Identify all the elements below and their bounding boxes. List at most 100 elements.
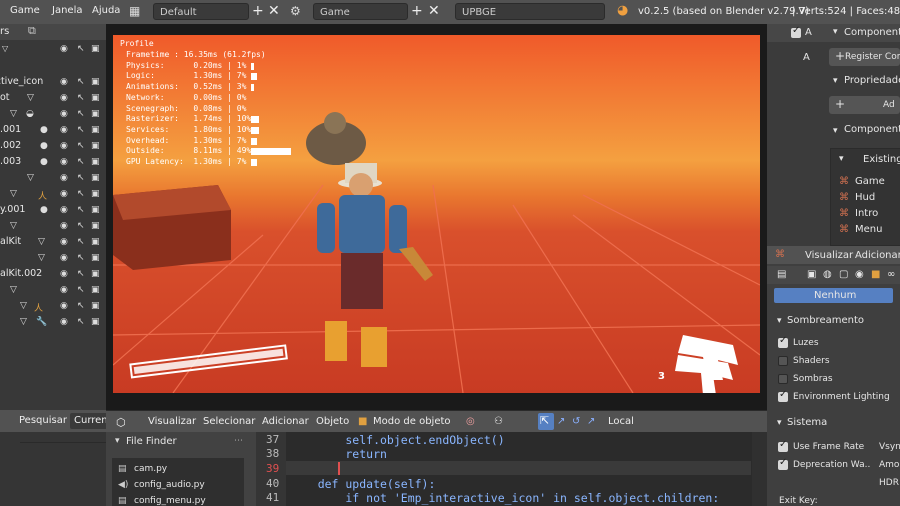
close-layout-icon[interactable]: ✕	[268, 3, 280, 20]
material-icon[interactable]: ●	[40, 205, 48, 215]
collapse-arrow-icon[interactable]: ▾	[115, 436, 120, 446]
game-viewport-frame[interactable]: Profile Frametime : 16.35ms (61.2fps) Ph…	[106, 24, 767, 410]
menu-objeto[interactable]: Objeto	[316, 416, 349, 427]
selectable-cursor-icon[interactable]: ↖	[77, 253, 85, 263]
visibility-eye-icon[interactable]: ◉	[60, 157, 68, 167]
game-render[interactable]: Profile Frametime : 16.35ms (61.2fps) Ph…	[113, 35, 760, 393]
world-tab-icon[interactable]: ◍	[823, 269, 832, 280]
render-camera-icon[interactable]: ▣	[91, 205, 100, 215]
add-layout-icon[interactable]: +	[252, 3, 264, 20]
mesh-icon[interactable]: ▽	[10, 221, 17, 231]
vsync-label[interactable]: Vsyn	[879, 442, 900, 452]
outliner-row[interactable]: ▽ 🔧 ◉ ↖ ▣	[0, 314, 106, 330]
menu-adicionar[interactable]: Adicionar	[262, 416, 309, 427]
render-camera-icon[interactable]: ▣	[91, 44, 100, 54]
selectable-cursor-icon[interactable]: ↖	[77, 141, 85, 151]
material-icon[interactable]: ●	[40, 157, 48, 167]
scene-icon[interactable]: ⚙	[290, 4, 301, 18]
visibility-eye-icon[interactable]: ◉	[60, 141, 68, 151]
visibility-eye-icon[interactable]: ◉	[60, 44, 68, 54]
list-item[interactable]: Menu	[855, 224, 882, 235]
outliner-row[interactable]: .003 ● ◉ ↖ ▣	[0, 154, 106, 170]
menu-janela[interactable]: Janela	[52, 5, 82, 16]
selectable-cursor-icon[interactable]: ↖	[77, 269, 85, 279]
armature-icon[interactable]: 人	[38, 189, 47, 202]
selectable-cursor-icon[interactable]: ↖	[77, 125, 85, 135]
collapse-arrow-icon[interactable]: ▾	[833, 126, 838, 136]
amo-label[interactable]: Amo	[879, 460, 899, 470]
render-camera-icon[interactable]: ▣	[91, 301, 100, 311]
material-tab-icon[interactable]: ■	[871, 269, 880, 280]
material-icon[interactable]: ●	[40, 125, 48, 135]
mesh-icon[interactable]: ▽	[20, 317, 27, 327]
visibility-eye-icon[interactable]: ◉	[60, 301, 68, 311]
render-camera-icon[interactable]: ▣	[91, 317, 100, 327]
collapse-arrow-icon[interactable]: ▾	[777, 418, 782, 428]
outliner-row[interactable]: .002 ● ◉ ↖ ▣	[0, 138, 106, 154]
selectable-cursor-icon[interactable]: ↖	[77, 317, 85, 327]
shaders-checkbox[interactable]	[778, 356, 788, 366]
pivot-icon[interactable]: ⚇	[494, 416, 503, 427]
mesh-icon[interactable]: ▽	[10, 189, 17, 199]
render-camera-icon[interactable]: ▣	[91, 141, 100, 151]
selectable-cursor-icon[interactable]: ↖	[77, 77, 85, 87]
outliner-row[interactable]: ractive_icon ◉ ↖ ▣	[0, 74, 106, 90]
outliner-row[interactable]: ▽ ◉ ↖ ▣	[0, 218, 106, 234]
object-tab-icon[interactable]: ▢	[839, 269, 848, 280]
selectable-cursor-icon[interactable]: ↖	[77, 221, 85, 231]
pesquisar-menu[interactable]: Pesquisar	[19, 415, 67, 426]
visibility-eye-icon[interactable]: ◉	[60, 253, 68, 263]
list-item[interactable]: Intro	[855, 208, 878, 219]
layout-grid-icon[interactable]: ▦	[129, 4, 140, 18]
scene-tab-icon[interactable]: ▣	[807, 269, 816, 280]
file-item[interactable]: ▤ config_menu.py	[112, 494, 244, 506]
list-item[interactable]: Hud	[855, 192, 875, 203]
render-camera-icon[interactable]: ▣	[91, 189, 100, 199]
visibility-eye-icon[interactable]: ◉	[60, 109, 68, 119]
add-scene-icon[interactable]: +	[411, 3, 423, 20]
component-title[interactable]: Component	[844, 124, 900, 135]
menu-ajuda[interactable]: Ajuda	[92, 5, 120, 16]
close-scene-icon[interactable]: ✕	[428, 3, 440, 20]
mesh-icon[interactable]: ▽	[38, 253, 45, 263]
shading-section-title[interactable]: Sombreamento	[787, 315, 864, 326]
existing-components-list[interactable]: ▾ Existing ⌘ Game ⌘ Hud ⌘ Intro ⌘ Menu	[830, 148, 900, 246]
add-property-button[interactable]: + Ad	[829, 96, 900, 114]
mesh-icon[interactable]: ▽	[38, 237, 45, 247]
render-camera-icon[interactable]: ▣	[91, 157, 100, 167]
visibility-eye-icon[interactable]: ◉	[60, 205, 68, 215]
system-section-title[interactable]: Sistema	[787, 417, 827, 428]
selectable-cursor-icon[interactable]: ↖	[77, 173, 85, 183]
current-select[interactable]: Curren	[70, 413, 106, 429]
wrench-icon[interactable]: 🔧	[36, 317, 47, 327]
render-camera-icon[interactable]: ▣	[91, 237, 100, 247]
render-camera-icon[interactable]: ▣	[91, 269, 100, 279]
text-editor[interactable]: 37 38 39 40 41 self.object.endObject() r…	[256, 432, 767, 506]
outliner-row[interactable]: ▽ 人 ◉ ↖ ▣	[0, 298, 106, 314]
selectable-cursor-icon[interactable]: ↖	[77, 157, 85, 167]
menu-selecionar[interactable]: Selecionar	[203, 416, 255, 427]
selectable-cursor-icon[interactable]: ↖	[77, 93, 85, 103]
visibility-eye-icon[interactable]: ◉	[60, 173, 68, 183]
editor-type-icon[interactable]: ⬡	[116, 416, 126, 429]
armature-icon[interactable]: 人	[34, 301, 43, 314]
selectable-cursor-icon[interactable]: ↖	[77, 301, 85, 311]
mode-select[interactable]: Modo de objeto	[373, 416, 451, 427]
file-item[interactable]: ▤ cam.py	[112, 462, 244, 478]
screen-layout-select[interactable]: Default	[153, 3, 249, 20]
outliner-row[interactable]: alKit.002 ◉ ↖ ▣	[0, 266, 106, 282]
visibility-eye-icon[interactable]: ◉	[60, 317, 68, 327]
menu-visualizar[interactable]: Visualizar	[148, 416, 196, 427]
orientation-select[interactable]: Local	[608, 416, 634, 427]
collapse-arrow-icon[interactable]: ▾	[833, 76, 838, 86]
nenhum-button[interactable]: Nenhum	[774, 288, 893, 303]
env-lighting-checkbox[interactable]	[778, 389, 788, 402]
render-camera-icon[interactable]: ▣	[91, 285, 100, 295]
selectable-cursor-icon[interactable]: ↖	[77, 205, 85, 215]
luzes-checkbox[interactable]	[778, 335, 788, 348]
components-title[interactable]: Components	[844, 27, 900, 38]
visibility-eye-icon[interactable]: ◉	[60, 285, 68, 295]
render-tab-icon[interactable]: ▤	[777, 269, 786, 280]
editor-type-icon[interactable]: ⌘	[775, 249, 785, 260]
outliner-row[interactable]: ot ▽ ◉ ↖ ▣	[0, 90, 106, 106]
